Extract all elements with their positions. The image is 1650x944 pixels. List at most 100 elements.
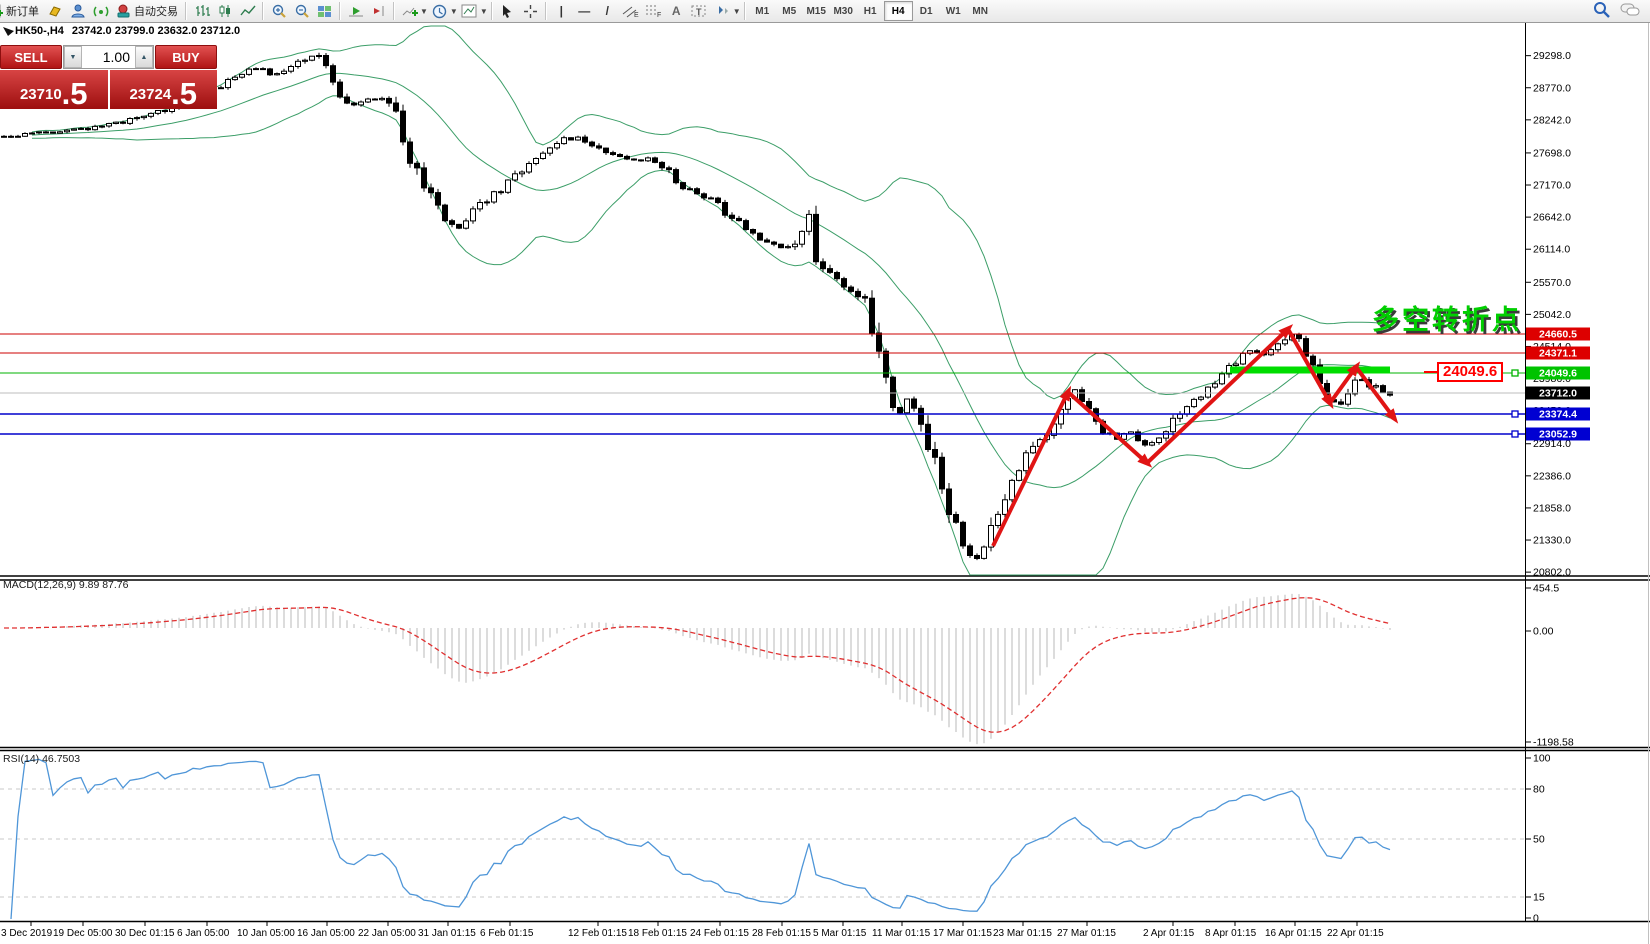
svg-text:21330.0: 21330.0 (1533, 535, 1571, 547)
time-axis-label: 22 Jan 05:00 (358, 928, 416, 939)
svg-text:15: 15 (1533, 892, 1545, 904)
tab-timeframe-mn[interactable]: MN (967, 2, 994, 20)
price-flag-connector (1424, 371, 1437, 373)
candle (968, 544, 973, 558)
search-icon[interactable] (1593, 1, 1610, 21)
templates-caret-icon[interactable]: ▼ (480, 7, 488, 16)
pane-frames (0, 23, 1650, 944)
svg-text:23712.0: 23712.0 (1539, 388, 1577, 400)
price-level-label[interactable]: 23712.0 (1526, 387, 1590, 400)
gold-icon[interactable] (43, 1, 66, 21)
buy-price-display[interactable]: 23724 .5 (110, 70, 218, 109)
tab-timeframe-m5[interactable]: M5 (776, 2, 803, 20)
svg-text:26114.0: 26114.0 (1533, 244, 1570, 256)
separator (744, 2, 746, 20)
chart-canvas[interactable]: 29298.028770.028242.027698.027170.026642… (0, 0, 1650, 944)
svg-text:22386.0: 22386.0 (1533, 470, 1571, 482)
svg-text:0: 0 (1533, 913, 1539, 925)
tile-windows-icon[interactable] (313, 1, 336, 21)
sell-price-display[interactable]: 23710 .5 (0, 70, 110, 109)
svg-text:E: E (634, 12, 639, 18)
tab-timeframe-h1[interactable]: H1 (857, 2, 884, 20)
svg-text:25042.0: 25042.0 (1533, 309, 1571, 321)
candle (338, 79, 343, 99)
svg-text:28242.0: 28242.0 (1533, 114, 1571, 126)
chart-marker-icon (3, 27, 15, 37)
price-flag-label[interactable]: 24049.6 (1437, 362, 1503, 382)
periods-icon[interactable] (428, 1, 451, 21)
candle (506, 179, 511, 194)
candle (443, 204, 448, 222)
time-axis-label: 17 Mar 01:15 (933, 928, 992, 939)
chart-shift-icon[interactable] (367, 1, 390, 21)
zoom-out-icon[interactable] (290, 1, 313, 21)
cursor-icon[interactable] (496, 1, 519, 21)
tab-timeframe-m15[interactable]: M15 (803, 2, 830, 20)
time-axis-label: 11 Mar 01:15 (872, 928, 931, 939)
toolbar: 新订单 自动交易 ▼ ▼ ▼ | — / E F A T ▼ M1 M5 M15… (0, 0, 1650, 23)
candle (324, 53, 329, 68)
rsi-indicator-label: RSI(14) 46.7503 (3, 753, 80, 765)
candle (758, 232, 763, 240)
volume-decrease-button[interactable]: ▼ (64, 46, 82, 68)
svg-text:50: 50 (1533, 834, 1545, 846)
svg-text:28770.0: 28770.0 (1533, 82, 1571, 94)
periods-caret-icon[interactable]: ▼ (450, 7, 458, 16)
new-order-button[interactable]: 新订单 (0, 1, 43, 21)
candle (114, 122, 119, 125)
time-axis-label: 23 Mar 01:15 (993, 928, 1052, 939)
time-axis-label: 6 Jan 05:00 (177, 928, 230, 939)
auto-scroll-icon[interactable] (344, 1, 367, 21)
time-axis-label: 2 Apr 01:15 (1143, 928, 1195, 939)
candle (982, 546, 987, 560)
tab-timeframe-d1[interactable]: D1 (913, 2, 940, 20)
templates-icon[interactable] (458, 1, 481, 21)
candle (632, 158, 637, 161)
equidistant-channel-icon[interactable]: E (619, 1, 642, 21)
tab-timeframe-w1[interactable]: W1 (940, 2, 967, 20)
candle (268, 68, 273, 76)
one-click-trade-panel: SELL ▼ 1.00 ▲ BUY 23710 .5 23724 .5 (0, 45, 217, 109)
bar-chart-icon[interactable] (190, 1, 213, 21)
crosshair-icon[interactable] (519, 1, 542, 21)
text-icon[interactable]: A (665, 1, 688, 21)
tab-timeframe-m30[interactable]: M30 (830, 2, 857, 20)
buy-button[interactable]: BUY (155, 45, 217, 69)
line-chart-icon[interactable] (236, 1, 259, 21)
arrows-caret-icon[interactable]: ▼ (733, 7, 741, 16)
new-order-icon (0, 4, 3, 18)
text-label-icon[interactable]: T (688, 1, 711, 21)
price-level-label[interactable]: 24660.5 (1526, 328, 1590, 341)
chart-title: HK50-,H423742.0 23799.0 23632.0 23712.0 (15, 25, 240, 37)
fibonacci-icon[interactable]: F (642, 1, 665, 21)
svg-text:100: 100 (1533, 753, 1551, 765)
tab-timeframe-m1[interactable]: M1 (749, 2, 776, 20)
indicators-icon[interactable] (398, 1, 421, 21)
candle (639, 159, 644, 161)
volume-value[interactable]: 1.00 (82, 46, 135, 68)
trend-line-icon[interactable]: / (596, 1, 619, 21)
sell-price-main: 23710 (20, 86, 62, 109)
price-level-label[interactable]: 24371.1 (1526, 347, 1590, 360)
candlestick-chart-icon[interactable] (213, 1, 236, 21)
time-axis-label: 5 Mar 01:15 (813, 928, 867, 939)
turning-point-annotation[interactable]: 多空转折点 (1372, 298, 1522, 337)
signal-icon[interactable] (89, 1, 112, 21)
accounts-icon[interactable] (66, 1, 89, 21)
autotrading-button[interactable]: 自动交易 (112, 1, 182, 21)
arrows-icon[interactable] (711, 1, 734, 21)
chat-icon[interactable] (1620, 2, 1640, 21)
vertical-line-icon[interactable]: | (550, 1, 573, 21)
svg-text:25570.0: 25570.0 (1533, 277, 1571, 289)
tab-timeframe-h4[interactable]: H4 (884, 1, 913, 21)
svg-text:24371.1: 24371.1 (1539, 348, 1577, 360)
volume-increase-button[interactable]: ▲ (135, 46, 153, 68)
candle (1220, 372, 1225, 386)
time-axis-label: 8 Apr 01:15 (1205, 928, 1257, 939)
time-axis-label: 12 Feb 01:15 (568, 928, 627, 939)
indicators-caret-icon[interactable]: ▼ (420, 7, 428, 16)
svg-text:0.00: 0.00 (1533, 626, 1554, 638)
sell-button[interactable]: SELL (0, 45, 62, 69)
zoom-in-icon[interactable] (267, 1, 290, 21)
horizontal-line-icon[interactable]: — (573, 1, 596, 21)
